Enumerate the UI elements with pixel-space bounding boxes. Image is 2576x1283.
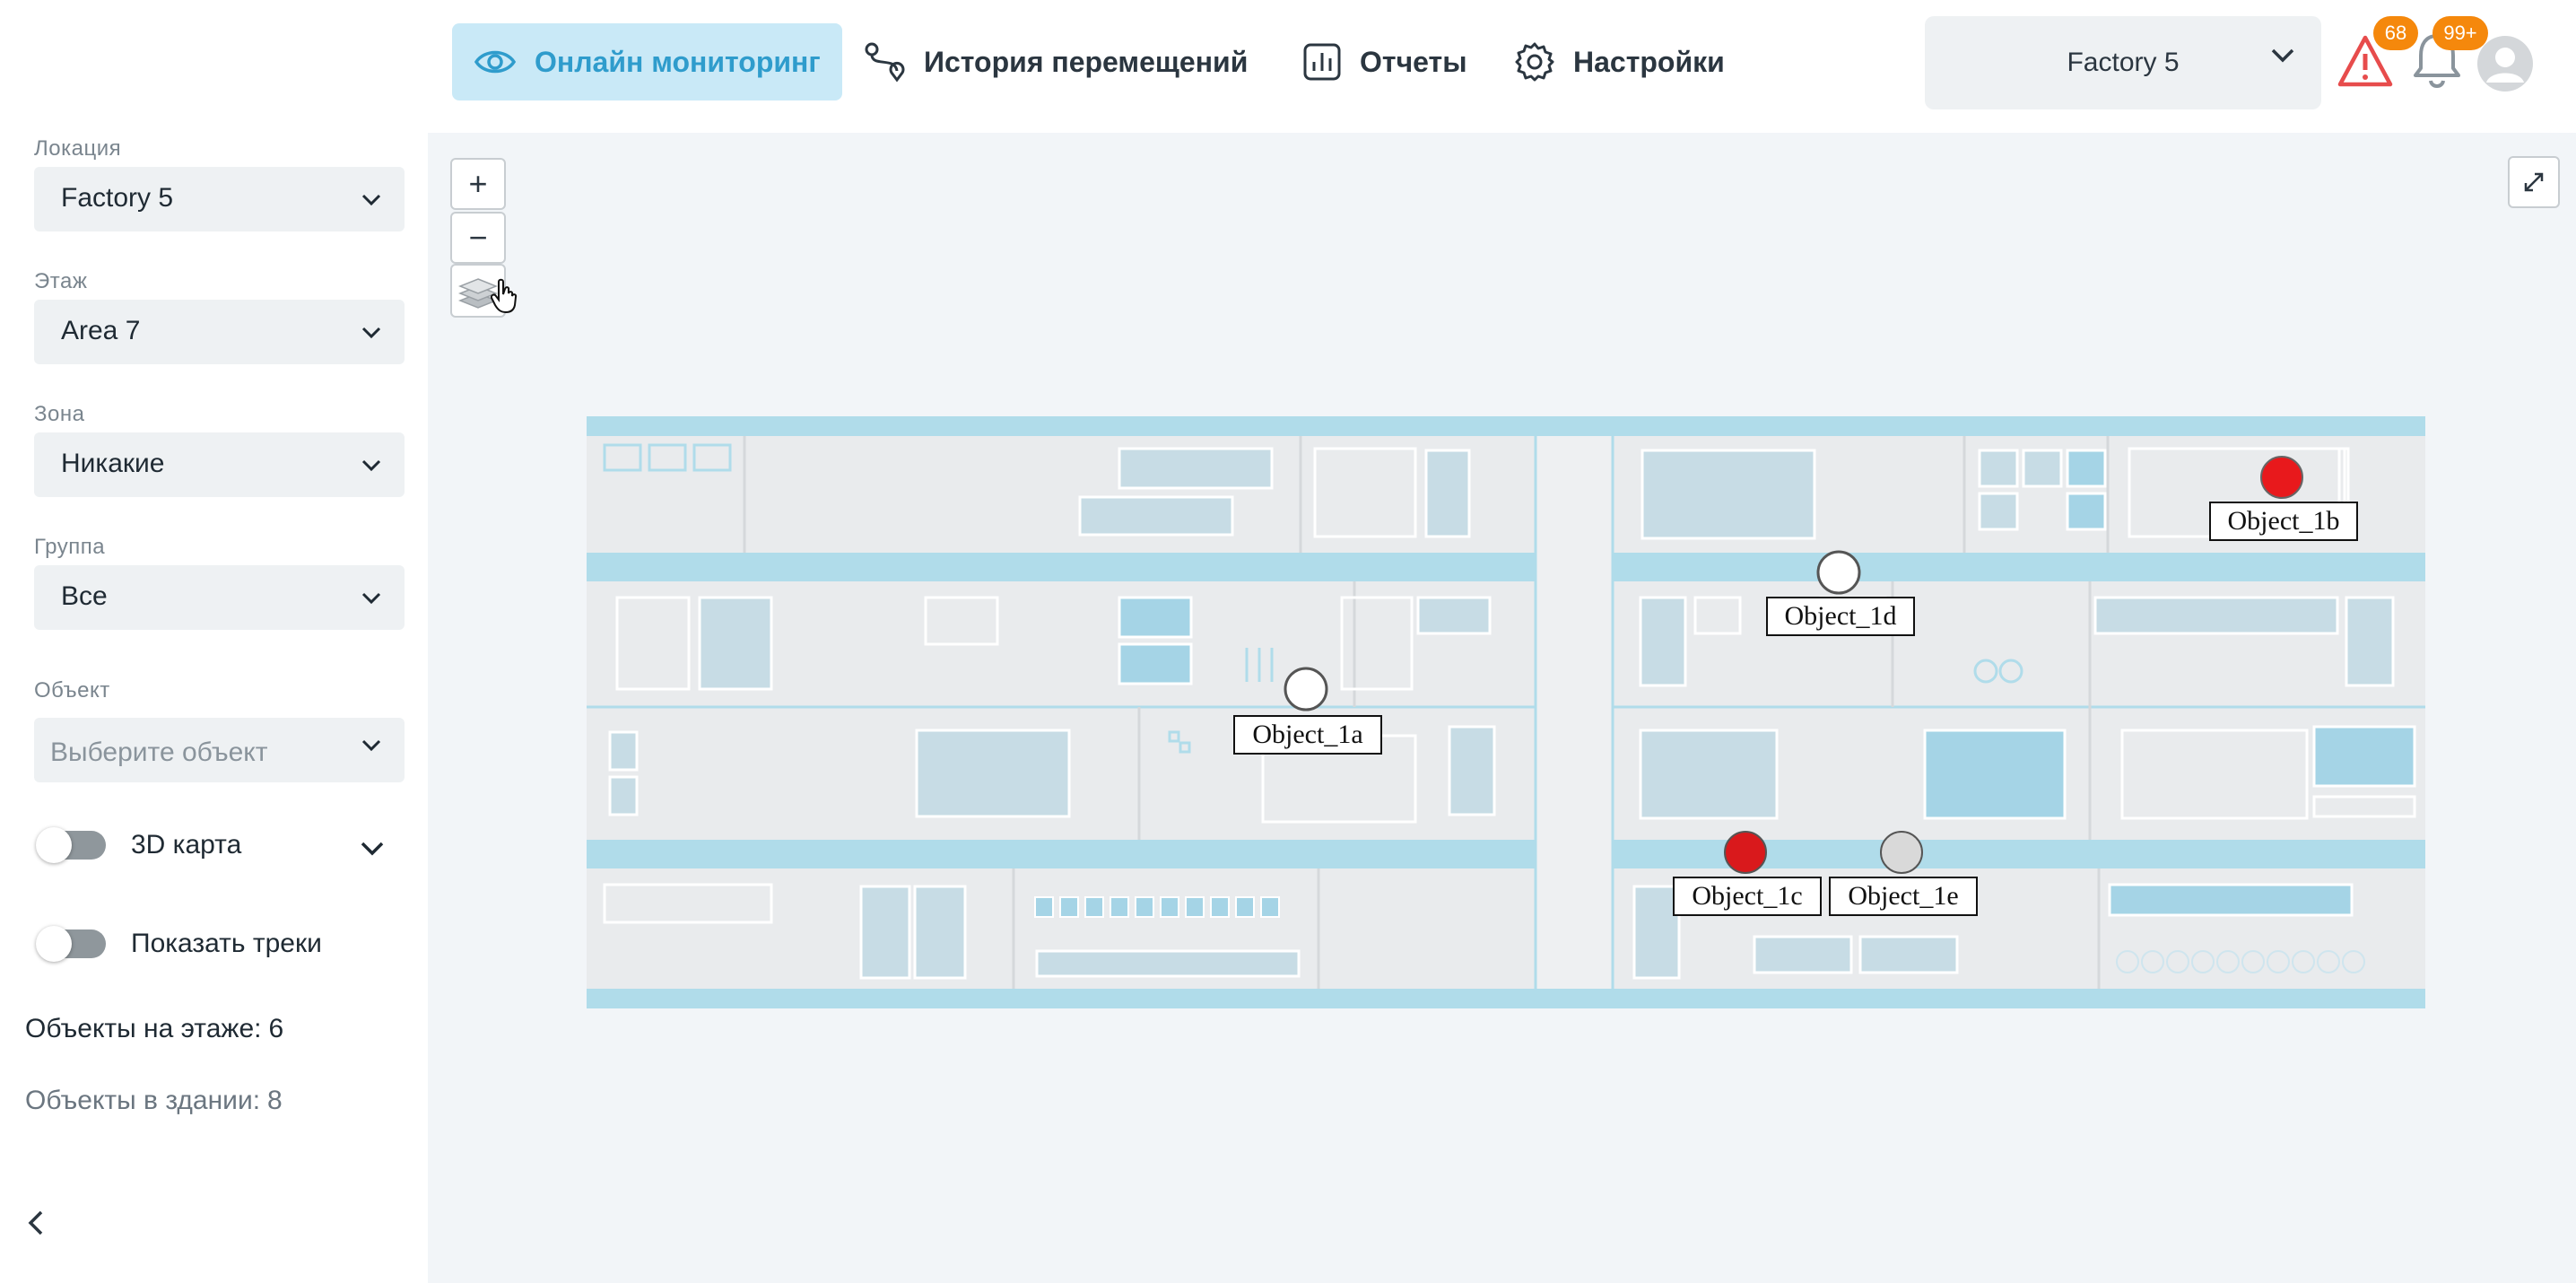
floor-label: Этаж [34, 269, 88, 293]
object-label: Object_1e [1848, 881, 1958, 911]
object-label: Object_1c [1692, 881, 1802, 911]
corridor [587, 553, 1536, 581]
object-select[interactable]: Выберите объект [34, 718, 405, 782]
chevron-down-icon [361, 327, 381, 339]
floor-select-value: Area 7 [61, 316, 141, 345]
nav-online-monitoring-label: Онлайн мониторинг [535, 45, 821, 78]
group-select-value: Все [61, 581, 108, 611]
location-select-value: Factory 5 [61, 183, 174, 213]
location-select[interactable]: Factory 5 [34, 167, 405, 231]
tracks-toggle[interactable] [36, 926, 106, 962]
nav-settings-label: Настройки [1573, 45, 1725, 78]
object-select-placeholder: Выберите объект [50, 738, 268, 767]
zoom-out-button[interactable]: − [450, 212, 506, 264]
vertical-passage [1536, 436, 1613, 989]
tracks-toggle-row[interactable]: Показать треки [36, 926, 322, 962]
floor-select[interactable]: Area 7 [34, 300, 405, 364]
chevron-down-icon [361, 459, 381, 472]
eye-icon [474, 50, 517, 74]
map3d-label: 3D карта [131, 830, 242, 860]
floor-plan: Object_1b Object_1d Object_1a Object_1c … [587, 416, 2425, 1008]
zoom-in-button[interactable]: + [450, 158, 506, 210]
object-label: Объект [34, 678, 110, 703]
zone-select-value: Никакие [61, 449, 165, 478]
factory-select[interactable]: Factory 5 [1925, 16, 2321, 109]
corridor [587, 416, 2425, 436]
fullscreen-button[interactable] [2508, 156, 2560, 208]
corridor [1613, 553, 2425, 581]
map3d-toggle-row[interactable]: 3D карта [36, 827, 242, 863]
sidebar-filters: Локация Factory 5 Этаж Area 7 Зона Никак… [0, 133, 428, 1283]
user-icon [2486, 48, 2524, 83]
user-avatar[interactable] [2477, 36, 2533, 92]
notifications-badge: 99+ [2432, 16, 2488, 50]
building-objects-label: Объекты в здании: [25, 1086, 261, 1115]
nav-movement-history-label: История перемещений [924, 45, 1249, 78]
route-icon [865, 42, 905, 83]
object-label: Object_1b [2228, 506, 2340, 536]
nav-online-monitoring[interactable]: Онлайн мониторинг [452, 23, 842, 100]
nav-settings[interactable]: Настройки [1514, 23, 1725, 100]
floor-objects-label: Объекты на этаже: [25, 1014, 262, 1043]
group-label: Группа [34, 535, 106, 559]
group-select[interactable]: Все [34, 565, 405, 630]
chevron-down-icon[interactable] [361, 842, 384, 856]
hand-cursor-icon [490, 278, 518, 314]
chevron-down-icon [2271, 48, 2294, 63]
building-objects-count: 8 [267, 1086, 283, 1115]
chevron-down-icon [361, 194, 381, 206]
object-label: Object_1d [1785, 601, 1897, 631]
nav-reports[interactable]: Отчеты [1302, 23, 1467, 100]
nav-movement-history[interactable]: История перемещений [863, 23, 1248, 100]
tracks-label: Показать треки [131, 929, 322, 958]
zone-label: Зона [34, 402, 85, 426]
location-label: Локация [34, 136, 122, 161]
gear-icon [1515, 42, 1554, 82]
chevron-down-icon [361, 739, 381, 752]
corridor [587, 840, 1536, 868]
map3d-toggle[interactable] [36, 827, 106, 863]
zone-select[interactable]: Никакие [34, 432, 405, 497]
object-label: Object_1a [1252, 720, 1362, 749]
expand-icon [2524, 172, 2544, 192]
floor-objects-count: 6 [268, 1014, 284, 1043]
chevron-down-icon [361, 592, 381, 605]
factory-select-value: Factory 5 [2067, 48, 2180, 77]
top-navigation-bar: Онлайн мониторинг История перемещений От… [0, 0, 2576, 133]
corridor [587, 989, 2425, 1008]
collapse-sidebar-icon[interactable] [27, 1209, 45, 1236]
floor-objects-stat: Объекты на этаже: 6 [25, 1014, 283, 1044]
building-objects-stat: Объекты в здании: 8 [25, 1086, 283, 1116]
chart-icon [1303, 43, 1341, 81]
nav-reports-label: Отчеты [1360, 45, 1467, 78]
